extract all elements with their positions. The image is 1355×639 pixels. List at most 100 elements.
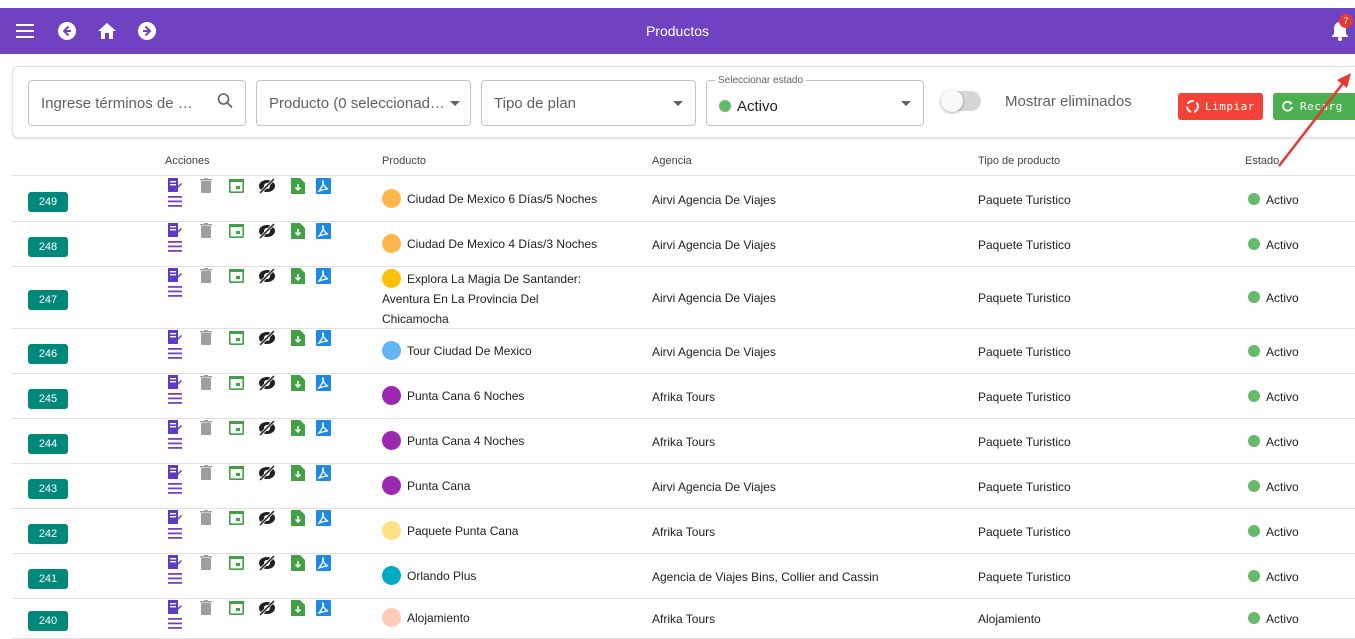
visibility-off-icon[interactable] bbox=[258, 177, 276, 197]
delete-icon[interactable] bbox=[200, 375, 212, 393]
table-row[interactable]: 246 Tour Ciudad De Mexico Airvi Agencia De… bbox=[12, 329, 1355, 374]
calendar-icon[interactable] bbox=[229, 375, 244, 393]
edit-icon[interactable] bbox=[168, 420, 182, 439]
table-row[interactable]: 244 Punta Cana 4 Noches Afrika Tours Paquet… bbox=[12, 419, 1355, 464]
pdf-icon[interactable] bbox=[316, 268, 331, 287]
pdf-icon[interactable] bbox=[316, 178, 331, 197]
id-chip: 243 bbox=[28, 479, 68, 499]
product-name: Orlando Plus bbox=[407, 569, 477, 583]
calendar-icon[interactable] bbox=[229, 223, 244, 241]
app-bar: Productos 7 bbox=[0, 8, 1355, 54]
visibility-off-icon[interactable] bbox=[258, 419, 276, 439]
visibility-off-icon[interactable] bbox=[258, 464, 276, 484]
status-select-label: Seleccionar estado bbox=[715, 75, 807, 86]
list-icon[interactable] bbox=[168, 618, 182, 632]
search-input[interactable]: Ingrese términos de … bbox=[28, 80, 246, 126]
edit-icon[interactable] bbox=[168, 600, 182, 619]
table-row[interactable]: 243 Punta Cana Airvi Agencia De Viajes Paqu… bbox=[12, 464, 1355, 509]
list-icon[interactable] bbox=[168, 348, 182, 362]
visibility-off-icon[interactable] bbox=[258, 599, 276, 619]
product-select[interactable]: Producto (0 seleccionad… bbox=[256, 80, 471, 126]
pdf-icon[interactable] bbox=[316, 223, 331, 242]
status-select[interactable]: Seleccionar estado Activo bbox=[706, 75, 924, 126]
back-arrow-icon[interactable] bbox=[56, 20, 78, 42]
pdf-icon[interactable] bbox=[316, 555, 331, 574]
calendar-icon[interactable] bbox=[229, 330, 244, 348]
download-file-icon[interactable] bbox=[291, 465, 305, 484]
edit-icon[interactable] bbox=[168, 223, 182, 242]
list-icon[interactable] bbox=[168, 393, 182, 407]
visibility-off-icon[interactable] bbox=[258, 222, 276, 242]
delete-icon[interactable] bbox=[200, 268, 212, 286]
clear-button[interactable]: Limpiar bbox=[1178, 93, 1263, 120]
edit-icon[interactable] bbox=[168, 178, 182, 197]
delete-icon[interactable] bbox=[200, 465, 212, 483]
menu-icon[interactable] bbox=[14, 20, 36, 42]
show-deleted-toggle[interactable] bbox=[941, 90, 981, 112]
delete-icon[interactable] bbox=[200, 178, 212, 196]
download-file-icon[interactable] bbox=[291, 555, 305, 574]
edit-icon[interactable] bbox=[168, 268, 182, 287]
download-file-icon[interactable] bbox=[291, 178, 305, 197]
home-icon[interactable] bbox=[96, 20, 118, 42]
edit-icon[interactable] bbox=[168, 465, 182, 484]
calendar-icon[interactable] bbox=[229, 555, 244, 573]
list-icon[interactable] bbox=[168, 196, 182, 210]
list-icon[interactable] bbox=[168, 573, 182, 587]
download-file-icon[interactable] bbox=[291, 420, 305, 439]
download-file-icon[interactable] bbox=[291, 375, 305, 394]
delete-icon[interactable] bbox=[200, 420, 212, 438]
calendar-icon[interactable] bbox=[229, 465, 244, 483]
table-row[interactable]: 248 Ciudad De Mexico 4 Días/3 Noches Airvi… bbox=[12, 222, 1355, 267]
visibility-off-icon[interactable] bbox=[258, 509, 276, 529]
calendar-icon[interactable] bbox=[229, 510, 244, 528]
header-status[interactable]: Estado bbox=[1245, 155, 1279, 167]
pdf-icon[interactable] bbox=[316, 600, 331, 619]
edit-icon[interactable] bbox=[168, 375, 182, 394]
visibility-off-icon[interactable] bbox=[258, 554, 276, 574]
edit-icon[interactable] bbox=[168, 555, 182, 574]
table-header: Acciones Producto Agencia Tipo de produc… bbox=[12, 148, 1355, 176]
forward-arrow-icon[interactable] bbox=[136, 20, 158, 42]
table-row[interactable]: 242 Paquete Punta Cana Afrika Tours Paquete… bbox=[12, 509, 1355, 554]
search-icon[interactable] bbox=[217, 93, 233, 114]
visibility-off-icon[interactable] bbox=[258, 267, 276, 287]
download-file-icon[interactable] bbox=[291, 600, 305, 619]
delete-icon[interactable] bbox=[200, 600, 212, 618]
table-row[interactable]: 247 Explora La Magia De Santander: Aventur… bbox=[12, 267, 1355, 329]
download-file-icon[interactable] bbox=[291, 330, 305, 349]
download-file-icon[interactable] bbox=[291, 268, 305, 287]
calendar-icon[interactable] bbox=[229, 178, 244, 196]
table-row[interactable]: 240 Alojamiento Afrika Tours Alojamiento Act… bbox=[12, 599, 1355, 639]
table-row[interactable]: 245 Punta Cana 6 Noches Afrika Tours Paquet… bbox=[12, 374, 1355, 419]
delete-icon[interactable] bbox=[200, 555, 212, 573]
visibility-off-icon[interactable] bbox=[258, 329, 276, 349]
pdf-icon[interactable] bbox=[316, 465, 331, 484]
list-icon[interactable] bbox=[168, 438, 182, 452]
list-icon[interactable] bbox=[168, 483, 182, 497]
status-label: Activo bbox=[1266, 525, 1299, 539]
delete-icon[interactable] bbox=[200, 330, 212, 348]
visibility-off-icon[interactable] bbox=[258, 374, 276, 394]
pdf-icon[interactable] bbox=[316, 510, 331, 529]
list-icon[interactable] bbox=[168, 241, 182, 255]
list-icon[interactable] bbox=[168, 286, 182, 300]
list-icon[interactable] bbox=[168, 528, 182, 542]
table-row[interactable]: 241 Orlando Plus Agencia de Viajes Bins, C… bbox=[12, 554, 1355, 599]
plan-type-select[interactable]: Tipo de plan bbox=[481, 80, 696, 126]
edit-icon[interactable] bbox=[168, 510, 182, 529]
edit-icon[interactable] bbox=[168, 330, 182, 349]
notification-bell-icon[interactable]: 7 bbox=[1329, 14, 1353, 42]
product-type-cell: Paquete Turistico bbox=[978, 480, 1071, 494]
delete-icon[interactable] bbox=[200, 510, 212, 528]
download-file-icon[interactable] bbox=[291, 510, 305, 529]
table-row[interactable]: 249 Ciudad De Mexico 6 Días/5 Noches Airvi… bbox=[12, 177, 1355, 222]
pdf-icon[interactable] bbox=[316, 330, 331, 349]
calendar-icon[interactable] bbox=[229, 420, 244, 438]
pdf-icon[interactable] bbox=[316, 420, 331, 439]
calendar-icon[interactable] bbox=[229, 600, 244, 618]
download-file-icon[interactable] bbox=[291, 223, 305, 242]
calendar-icon[interactable] bbox=[229, 268, 244, 286]
pdf-icon[interactable] bbox=[316, 375, 331, 394]
delete-icon[interactable] bbox=[200, 223, 212, 241]
